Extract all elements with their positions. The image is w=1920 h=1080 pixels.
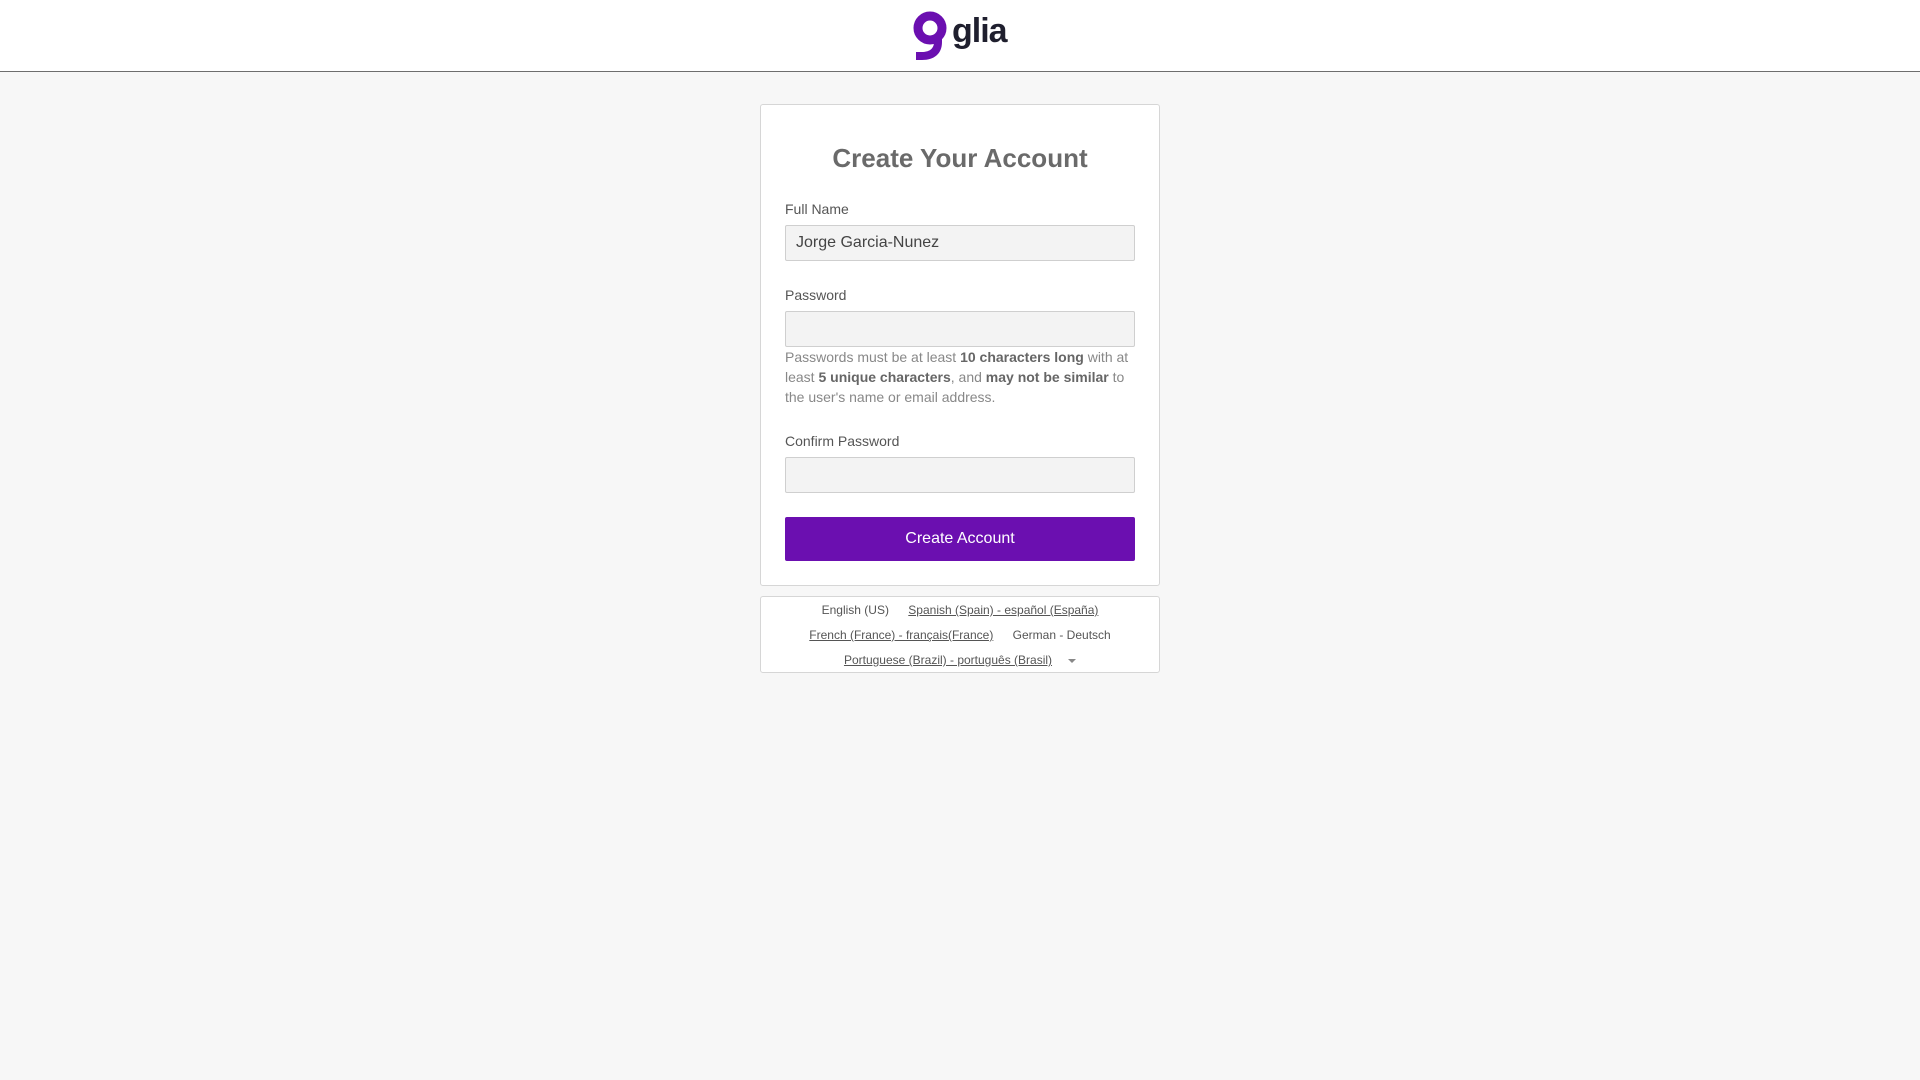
language-option-french[interactable]: French (France) - français(France) [809,628,993,642]
full-name-label: Full Name [785,201,849,217]
hint-length: 10 characters long [960,349,1084,365]
hint-text-1: Passwords must be at least [785,349,961,365]
chevron-down-icon[interactable] [1068,658,1077,663]
password-input[interactable] [785,311,1135,347]
language-option-german[interactable]: German - Deutsch [1013,628,1111,642]
create-account-card: Create Your Account Full Name Password P… [760,104,1160,586]
confirm-password-input[interactable] [785,457,1135,493]
password-requirements: Passwords must be at least 10 characters… [785,347,1139,407]
language-selector: English (US) Spanish (Spain) - español (… [760,596,1160,673]
password-label: Password [785,287,847,303]
glia-logo-mark-icon [913,11,947,60]
language-row: French (France) - français(France) Germa… [761,628,1159,642]
page-title: Create Your Account [832,143,1088,173]
confirm-password-label: Confirm Password [785,433,900,449]
glia-logo[interactable]: glia [912,8,1008,64]
top-bar: glia [0,0,1920,72]
language-option-spanish[interactable]: Spanish (Spain) - español (España) [908,603,1098,617]
language-option-portuguese[interactable]: Portuguese (Brazil) - português (Brasil) [844,653,1052,667]
language-row: Portuguese (Brazil) - português (Brasil) [761,653,1159,667]
brand-name: glia [952,11,1008,50]
language-current: English (US) [821,603,889,617]
create-account-button[interactable]: Create Account [785,517,1135,561]
hint-similar: may not be similar [985,369,1109,385]
hint-text-3: , and [950,369,986,385]
full-name-input[interactable] [785,225,1135,261]
language-row: English (US) Spanish (Spain) - español (… [761,603,1159,617]
hint-unique: 5 unique characters [818,369,951,385]
